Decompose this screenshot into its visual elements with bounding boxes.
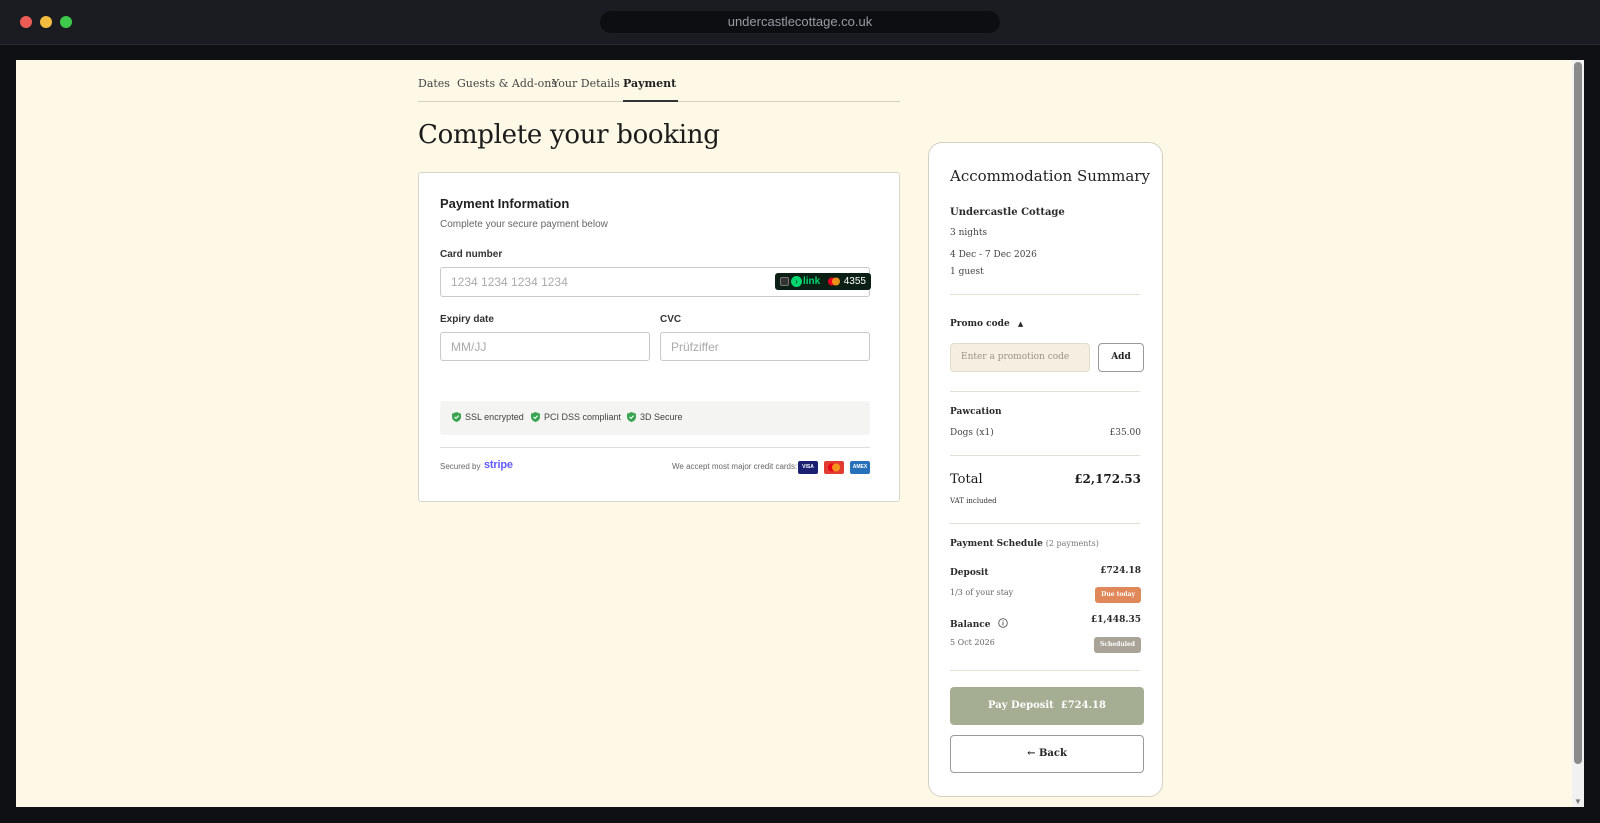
3ds-text: 3D Secure bbox=[640, 412, 683, 422]
stripe-logo: stripe bbox=[484, 459, 513, 471]
addon-title: Pawcation bbox=[950, 407, 1002, 417]
minimize-window-button[interactable] bbox=[40, 16, 52, 28]
promo-code-toggle[interactable]: Promo code ▲ bbox=[950, 319, 1023, 329]
ssl-text: SSL encrypted bbox=[465, 412, 524, 422]
cvc-label: CVC bbox=[660, 314, 682, 325]
mastercard-card-icon bbox=[824, 461, 844, 474]
promo-code-input[interactable]: Enter a promotion code bbox=[950, 343, 1090, 372]
schedule-count: (2 payments) bbox=[1045, 539, 1099, 548]
browser-titlebar: undercastlecottage.co.uk bbox=[0, 0, 1600, 45]
shield-check-icon bbox=[531, 412, 540, 422]
mastercard-icon bbox=[828, 277, 840, 286]
promo-code-label: Promo code bbox=[950, 319, 1010, 329]
pay-deposit-button[interactable]: Pay Deposit £724.18 bbox=[950, 687, 1144, 725]
link-checkbox-icon bbox=[780, 277, 789, 286]
total-label: Total bbox=[950, 472, 983, 487]
caret-up-icon: ▲ bbox=[1017, 319, 1024, 328]
step-guests-addons[interactable]: Guests & Add-ons bbox=[457, 77, 557, 102]
addon-item: Dogs (x1) bbox=[950, 428, 994, 438]
amex-icon: AMEX bbox=[850, 461, 870, 474]
summary-divider bbox=[950, 391, 1140, 392]
guest-count: 1 guest bbox=[950, 267, 984, 277]
page-scrollbar[interactable]: ▼ bbox=[1572, 60, 1584, 807]
link-logo: link bbox=[803, 276, 821, 287]
nights: 3 nights bbox=[950, 228, 988, 238]
scrollbar-thumb[interactable] bbox=[1574, 62, 1582, 764]
link-arrow-icon: › bbox=[791, 276, 802, 287]
add-promo-button[interactable]: Add bbox=[1098, 343, 1144, 372]
summary-divider bbox=[950, 455, 1140, 456]
total-value: £2,172.53 bbox=[1074, 472, 1141, 486]
vat-note: VAT included bbox=[950, 497, 997, 505]
payment-subtitle: Complete your secure payment below bbox=[440, 219, 608, 230]
balance-amount: £1,448.35 bbox=[1090, 615, 1141, 625]
step-your-details[interactable]: Your Details bbox=[552, 77, 620, 102]
pci-text: PCI DSS compliant bbox=[544, 412, 622, 422]
deposit-note: 1/3 of your stay bbox=[950, 588, 1014, 597]
payment-schedule-heading: Payment Schedule (2 payments) bbox=[950, 539, 1099, 549]
secured-by-text: Secured by bbox=[440, 462, 481, 471]
expiry-field[interactable]: MM/JJ bbox=[440, 332, 650, 361]
page-viewport: Dates Guests & Add-ons Your Details Paym… bbox=[16, 60, 1584, 807]
address-bar[interactable]: undercastlecottage.co.uk bbox=[600, 11, 1000, 33]
balance-label: Balance bbox=[950, 620, 991, 630]
balance-date: 5 Oct 2026 bbox=[950, 638, 995, 647]
deposit-label: Deposit bbox=[950, 568, 989, 578]
deposit-amount: £724.18 bbox=[1100, 566, 1141, 576]
pci-badge: PCI DSS compliant bbox=[531, 412, 621, 422]
accommodation-summary: Accommodation Summary Undercastle Cottag… bbox=[928, 142, 1163, 797]
step-dates[interactable]: Dates bbox=[418, 77, 450, 102]
schedule-label: Payment Schedule bbox=[950, 539, 1043, 549]
expiry-label: Expiry date bbox=[440, 314, 494, 325]
shield-check-icon bbox=[452, 412, 461, 422]
property-name: Undercastle Cottage bbox=[950, 207, 1065, 218]
back-button[interactable]: ← Back bbox=[950, 735, 1144, 773]
info-icon[interactable] bbox=[997, 618, 1008, 628]
due-today-badge: Due today bbox=[1095, 587, 1141, 603]
payment-title: Payment Information bbox=[440, 196, 570, 211]
cvc-field[interactable]: Prüfziffer bbox=[660, 332, 870, 361]
page-title: Complete your booking bbox=[418, 120, 720, 150]
summary-divider bbox=[950, 523, 1140, 524]
saved-card-last4: 4355 bbox=[843, 276, 866, 287]
link-saved-card-badge[interactable]: › link 4355 bbox=[775, 273, 871, 290]
security-badges: SSL encrypted PCI DSS compliant 3D Secur… bbox=[440, 401, 870, 435]
scroll-down-icon[interactable]: ▼ bbox=[1574, 797, 1582, 807]
3ds-badge: 3D Secure bbox=[627, 412, 683, 422]
summary-divider bbox=[950, 294, 1140, 295]
accepted-cards-text: We accept most major credit cards: bbox=[672, 462, 798, 471]
step-payment[interactable]: Payment bbox=[623, 77, 678, 102]
scheduled-badge: Scheduled bbox=[1093, 637, 1141, 653]
stay-dates: 4 Dec - 7 Dec 2026 bbox=[950, 250, 1037, 260]
summary-title: Accommodation Summary bbox=[950, 167, 1150, 185]
visa-icon: VISA bbox=[798, 461, 818, 474]
maximize-window-button[interactable] bbox=[60, 16, 72, 28]
payment-divider bbox=[440, 447, 870, 448]
booking-steps-nav: Dates Guests & Add-ons Your Details Paym… bbox=[418, 72, 900, 102]
close-window-button[interactable] bbox=[20, 16, 32, 28]
summary-divider bbox=[950, 670, 1140, 671]
shield-check-icon bbox=[627, 412, 636, 422]
balance-row-label: Balance bbox=[950, 618, 1008, 630]
payment-card: Payment Information Complete your secure… bbox=[418, 172, 900, 502]
ssl-badge: SSL encrypted bbox=[452, 412, 524, 422]
addon-price: £35.00 bbox=[1109, 428, 1142, 438]
card-number-label: Card number bbox=[440, 249, 503, 260]
